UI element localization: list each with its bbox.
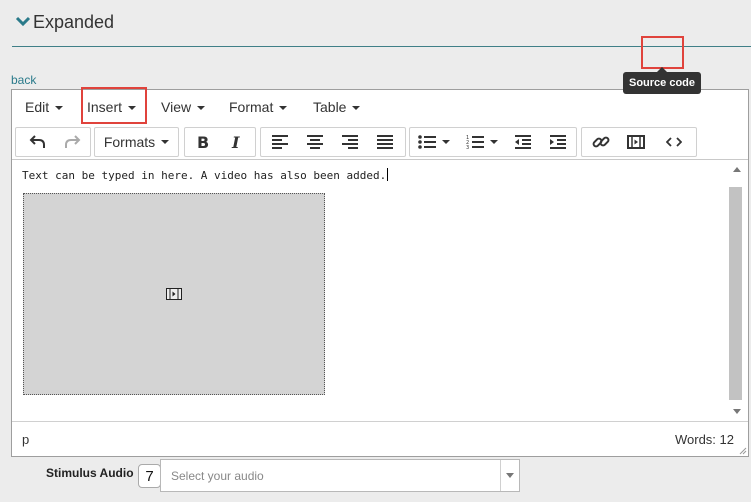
audio-select[interactable]: Select your audio <box>160 459 520 492</box>
scroll-thumb[interactable] <box>729 187 742 400</box>
menu-edit-label: Edit <box>25 99 50 115</box>
align-left-icon <box>272 135 288 149</box>
source-code-highlight-box <box>641 36 684 69</box>
undo-icon <box>29 135 45 148</box>
caret-down-icon <box>197 106 206 111</box>
menu-format[interactable]: Format <box>229 90 288 125</box>
caret-down-icon <box>490 140 498 144</box>
align-right-icon <box>342 135 358 149</box>
caret-down-icon <box>352 106 361 111</box>
editor-scrollbar[interactable] <box>726 160 748 421</box>
editor-statusbar: p Words: 12 <box>12 421 748 456</box>
scroll-up-arrow-icon[interactable] <box>733 167 741 172</box>
stimulus-audio-label: Stimulus Audio <box>46 466 134 480</box>
italic-button[interactable]: I <box>221 128 253 156</box>
menu-format-label: Format <box>229 99 274 115</box>
rich-text-editor: Edit Insert View Format Table Formats B … <box>11 87 749 457</box>
redo-icon <box>65 135 81 148</box>
insert-video-button[interactable] <box>619 128 653 156</box>
redo-button[interactable] <box>56 128 88 156</box>
align-center-button[interactable] <box>298 128 332 156</box>
text-cursor <box>387 168 389 181</box>
menu-edit[interactable]: Edit <box>25 90 64 125</box>
source-code-button[interactable] <box>655 128 693 156</box>
element-path[interactable]: p <box>22 432 29 447</box>
source-code-icon <box>666 137 682 147</box>
link-icon <box>592 136 610 148</box>
align-center-icon <box>307 135 323 149</box>
outdent-icon <box>515 135 531 149</box>
caret-down-icon <box>279 106 288 111</box>
alignment-group <box>260 127 406 157</box>
menu-view[interactable]: View <box>161 90 206 125</box>
resize-handle-icon[interactable] <box>739 447 747 455</box>
editor-content-area[interactable]: Text can be typed in here. A video has a… <box>12 160 726 421</box>
formats-dropdown[interactable]: Formats <box>95 128 178 156</box>
editor-toolbar: Formats B I 1 2 3 <box>12 125 748 160</box>
align-left-button[interactable] <box>263 128 297 156</box>
bullet-list-button[interactable] <box>412 128 456 156</box>
section-title: Expanded <box>33 11 115 32</box>
menu-view-label: View <box>161 99 192 115</box>
align-justify-button[interactable] <box>368 128 402 156</box>
indent-button[interactable] <box>541 128 575 156</box>
caret-down-icon <box>55 106 64 111</box>
bold-icon: B <box>197 134 209 150</box>
caret-down-icon <box>442 140 450 144</box>
outdent-button[interactable] <box>506 128 540 156</box>
undo-button[interactable] <box>22 128 54 156</box>
align-justify-icon <box>377 135 393 149</box>
dropdown-arrow-icon[interactable] <box>500 460 519 491</box>
list-group: 1 2 3 <box>409 127 577 157</box>
insert-highlight-box <box>81 87 147 124</box>
svg-text:B: B <box>197 134 209 150</box>
link-button[interactable] <box>584 128 618 156</box>
video-icon <box>627 135 645 149</box>
menu-table-label: Table <box>313 99 347 115</box>
video-icon <box>166 288 182 300</box>
indent-icon <box>550 135 566 149</box>
audio-number-badge: 7 <box>138 464 161 488</box>
svg-text:I: I <box>231 134 240 150</box>
bold-button[interactable]: B <box>187 128 219 156</box>
scroll-down-arrow-icon[interactable] <box>733 409 741 414</box>
editor-text[interactable]: Text can be typed in here. A video has a… <box>22 168 389 182</box>
italic-icon: I <box>231 134 240 150</box>
history-group <box>15 127 91 157</box>
formats-group: Formats <box>94 127 179 157</box>
editor-text-content: Text can be typed in here. A video has a… <box>22 169 387 182</box>
align-right-button[interactable] <box>333 128 367 156</box>
embedded-video-placeholder[interactable] <box>23 193 325 395</box>
word-count: Words: 12 <box>674 432 734 447</box>
insert-group <box>581 127 697 157</box>
numbered-list-icon: 1 2 3 <box>466 135 484 149</box>
numbered-list-button[interactable]: 1 2 3 <box>460 128 504 156</box>
back-link[interactable]: back <box>11 73 36 87</box>
source-code-tooltip: Source code <box>623 67 701 94</box>
text-style-group: B I <box>184 127 256 157</box>
audio-select-placeholder: Select your audio <box>171 469 264 483</box>
chevron-down-icon <box>15 16 31 27</box>
bullet-list-icon <box>418 135 436 149</box>
svg-text:3: 3 <box>466 145 469 149</box>
caret-down-icon <box>161 140 170 144</box>
editor-menubar: Edit Insert View Format Table <box>12 87 748 126</box>
menu-table[interactable]: Table <box>313 90 361 125</box>
formats-label: Formats <box>103 134 156 150</box>
